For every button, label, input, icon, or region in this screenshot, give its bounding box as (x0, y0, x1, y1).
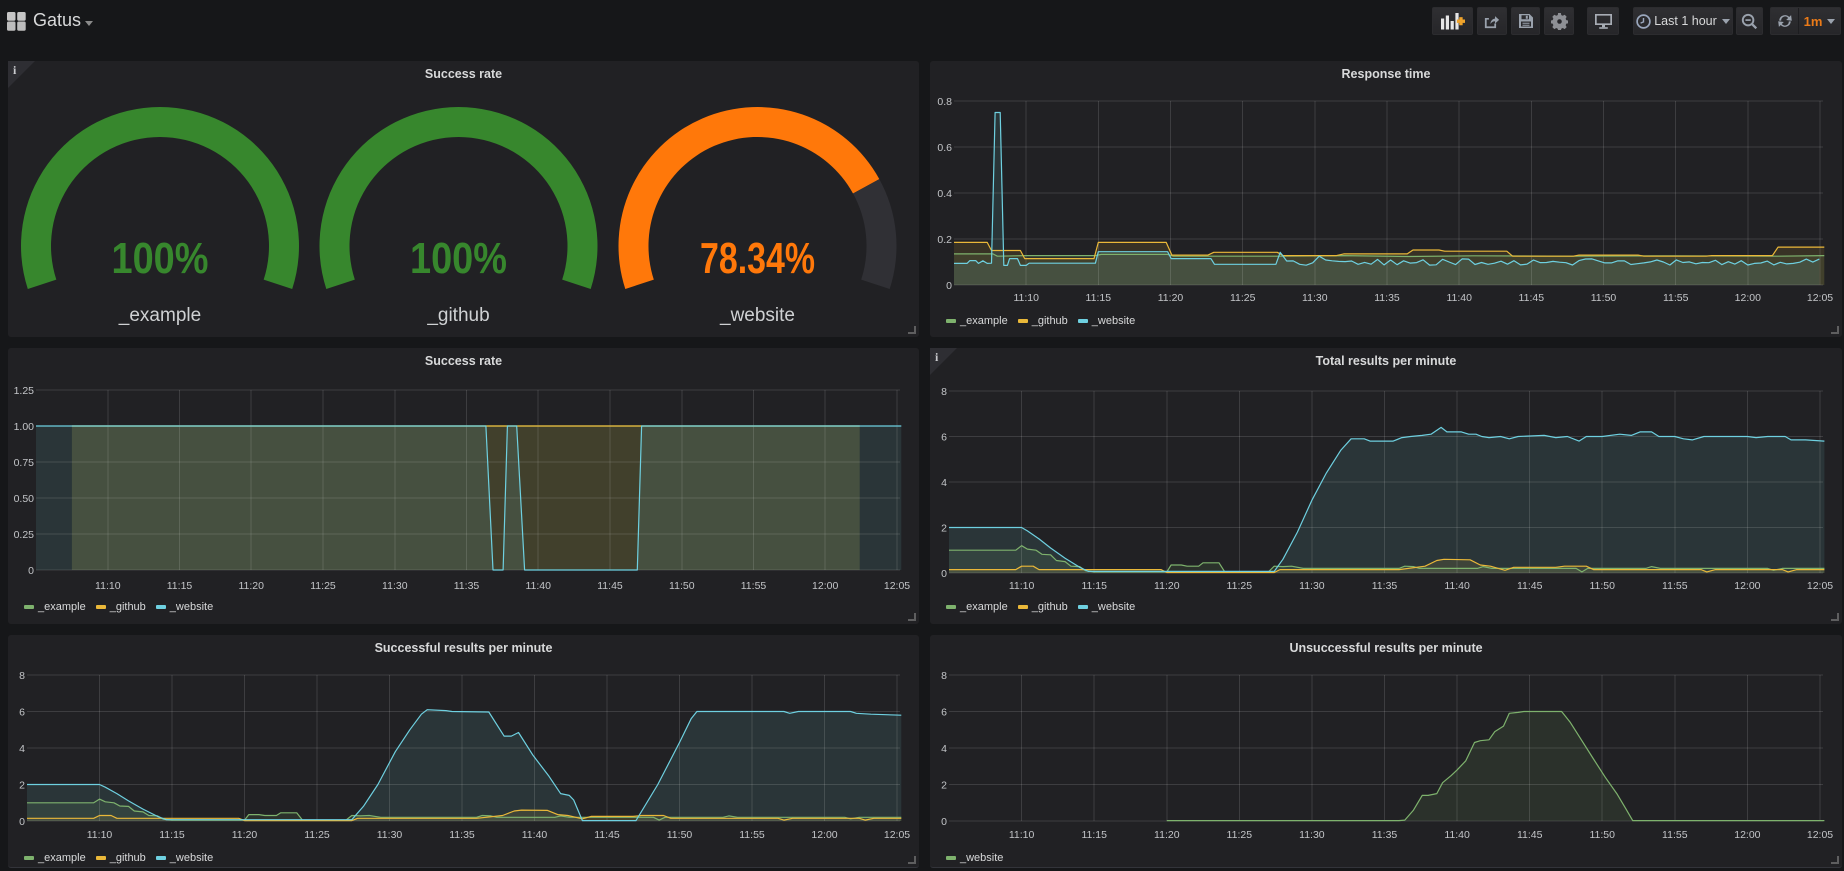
svg-text:11:20: 11:20 (1158, 292, 1184, 304)
svg-text:0: 0 (941, 568, 947, 580)
svg-text:11:50: 11:50 (1589, 580, 1615, 592)
svg-text:11:10: 11:10 (95, 580, 121, 592)
svg-text:11:10: 11:10 (87, 829, 113, 841)
svg-text:11:15: 11:15 (1081, 829, 1107, 841)
svg-text:11:55: 11:55 (739, 829, 765, 841)
svg-text:12:05: 12:05 (884, 829, 910, 841)
svg-text:0: 0 (941, 816, 947, 828)
svg-text:2: 2 (941, 523, 947, 535)
svg-text:11:10: 11:10 (1009, 580, 1035, 592)
svg-text:0.4: 0.4 (937, 188, 952, 200)
svg-text:12:00: 12:00 (1734, 580, 1760, 592)
svg-text:6: 6 (941, 432, 947, 444)
svg-text:11:15: 11:15 (1081, 580, 1107, 592)
svg-text:11:55: 11:55 (1663, 292, 1689, 304)
svg-text:11:55: 11:55 (1662, 580, 1688, 592)
svg-text:2: 2 (941, 780, 947, 792)
svg-text:8: 8 (19, 670, 25, 682)
svg-text:11:30: 11:30 (1299, 580, 1325, 592)
svg-text:11:35: 11:35 (454, 580, 480, 592)
svg-text:11:30: 11:30 (382, 580, 408, 592)
svg-text:11:45: 11:45 (594, 829, 620, 841)
svg-text:6: 6 (19, 707, 25, 719)
svg-text:2: 2 (19, 780, 25, 792)
svg-text:11:25: 11:25 (304, 829, 330, 841)
svg-text:100%: 100% (410, 234, 507, 283)
svg-text:11:10: 11:10 (1009, 829, 1035, 841)
svg-text:11:35: 11:35 (1372, 580, 1398, 592)
svg-text:11:30: 11:30 (1302, 292, 1328, 304)
svg-text:0: 0 (19, 816, 25, 828)
svg-text:11:45: 11:45 (1517, 829, 1543, 841)
svg-text:12:00: 12:00 (1735, 292, 1761, 304)
svg-text:11:45: 11:45 (1519, 292, 1545, 304)
svg-text:11:55: 11:55 (1662, 829, 1688, 841)
svg-text:11:40: 11:40 (522, 829, 548, 841)
svg-text:_website: _website (719, 305, 795, 326)
svg-text:12:05: 12:05 (1807, 292, 1833, 304)
svg-text:4: 4 (19, 743, 25, 755)
svg-text:11:25: 11:25 (1227, 580, 1253, 592)
svg-text:11:45: 11:45 (1517, 580, 1543, 592)
svg-text:_example: _example (118, 305, 201, 326)
svg-text:11:20: 11:20 (232, 829, 258, 841)
svg-text:0.2: 0.2 (937, 234, 952, 246)
svg-text:_github: _github (426, 305, 489, 326)
svg-text:11:15: 11:15 (1086, 292, 1112, 304)
svg-text:100%: 100% (112, 234, 209, 283)
svg-text:11:15: 11:15 (159, 829, 185, 841)
svg-text:11:35: 11:35 (1374, 292, 1400, 304)
svg-text:0.6: 0.6 (937, 142, 952, 154)
svg-text:11:40: 11:40 (1444, 829, 1470, 841)
svg-text:11:40: 11:40 (1446, 292, 1472, 304)
svg-text:11:50: 11:50 (667, 829, 693, 841)
svg-text:11:25: 11:25 (310, 580, 336, 592)
svg-text:12:05: 12:05 (1807, 829, 1833, 841)
svg-text:0.50: 0.50 (14, 493, 35, 505)
svg-text:0.8: 0.8 (937, 96, 952, 108)
svg-text:11:55: 11:55 (741, 580, 767, 592)
svg-text:4: 4 (941, 743, 947, 755)
svg-text:1.25: 1.25 (14, 385, 35, 397)
svg-text:12:05: 12:05 (1807, 580, 1833, 592)
svg-text:78.34%: 78.34% (700, 234, 815, 283)
svg-text:11:20: 11:20 (1154, 829, 1180, 841)
svg-text:0: 0 (946, 280, 952, 292)
svg-text:11:30: 11:30 (377, 829, 403, 841)
svg-text:11:25: 11:25 (1227, 829, 1253, 841)
svg-text:12:00: 12:00 (812, 580, 838, 592)
svg-text:12:05: 12:05 (884, 580, 910, 592)
svg-text:0: 0 (28, 565, 34, 577)
svg-text:11:20: 11:20 (238, 580, 264, 592)
svg-text:8: 8 (941, 386, 947, 398)
svg-text:4: 4 (941, 477, 947, 489)
svg-text:11:20: 11:20 (1154, 580, 1180, 592)
svg-text:11:10: 11:10 (1013, 292, 1039, 304)
svg-text:12:00: 12:00 (1734, 829, 1760, 841)
svg-text:0.25: 0.25 (14, 529, 35, 541)
svg-text:11:40: 11:40 (525, 580, 551, 592)
svg-text:11:35: 11:35 (1372, 829, 1398, 841)
svg-text:11:35: 11:35 (449, 829, 475, 841)
svg-text:11:25: 11:25 (1230, 292, 1256, 304)
svg-text:8: 8 (941, 670, 947, 682)
svg-text:11:40: 11:40 (1444, 580, 1470, 592)
svg-text:11:15: 11:15 (167, 580, 193, 592)
svg-text:11:50: 11:50 (669, 580, 695, 592)
svg-text:6: 6 (941, 707, 947, 719)
svg-text:11:45: 11:45 (597, 580, 623, 592)
svg-text:0.75: 0.75 (14, 457, 35, 469)
svg-text:12:00: 12:00 (811, 829, 837, 841)
svg-text:1.00: 1.00 (14, 421, 35, 433)
svg-text:11:30: 11:30 (1299, 829, 1325, 841)
svg-text:11:50: 11:50 (1589, 829, 1615, 841)
svg-text:11:50: 11:50 (1591, 292, 1617, 304)
